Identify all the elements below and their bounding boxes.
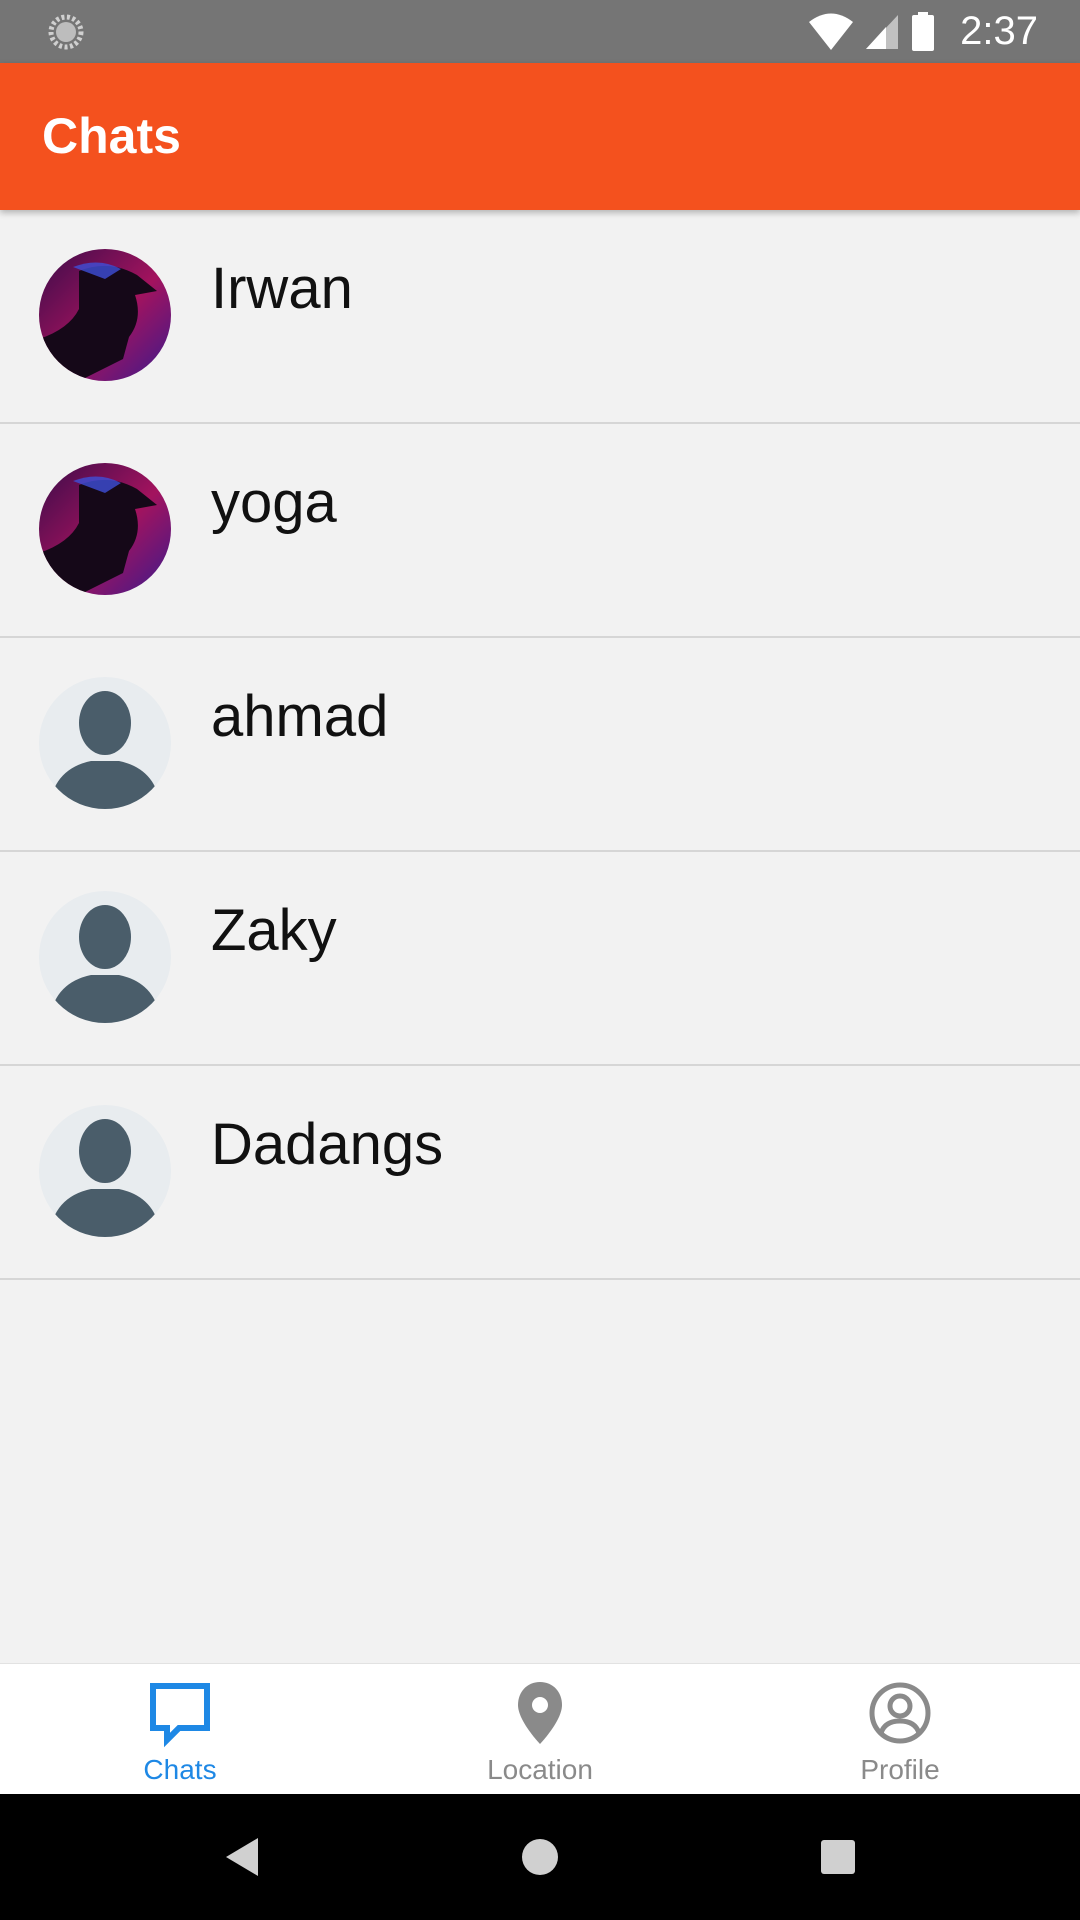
wifi-icon [809,13,854,50]
recents-icon[interactable] [811,1830,865,1884]
avatar [39,463,171,595]
tab-label: Location [487,1754,593,1785]
tab-label: Profile [860,1754,940,1785]
home-icon[interactable] [513,1830,567,1884]
avatar [39,249,171,381]
location-pin-icon [518,1682,562,1744]
page-title: Chats [42,108,181,164]
chat-list: Irwan yoga ahmad Zaky Dadangs [0,210,1080,1280]
chat-list-item[interactable]: Irwan [0,210,1080,424]
back-icon[interactable] [214,1830,268,1884]
signal-icon [866,14,899,49]
contact-name: Zaky [211,898,337,963]
app-bar: Chats [0,63,1080,210]
sync-icon [48,14,84,50]
battery-icon [912,11,935,51]
default-person-icon [39,891,171,1023]
tab-chats[interactable]: Chats [0,1664,360,1795]
default-person-icon [39,677,171,809]
chat-list-item[interactable]: yoga [0,424,1080,638]
tab-location[interactable]: Location [360,1664,720,1795]
chat-list-item[interactable]: ahmad [0,638,1080,852]
contact-name: Irwan [211,256,353,321]
system-navigation-bar [0,1794,1080,1920]
account-circle-icon [869,1682,931,1744]
screen: 2:37 Chats Irwan yoga ahmad Zaky Dadangs… [0,0,1080,1920]
contact-name: yoga [211,470,337,535]
status-bar: 2:37 [0,0,1080,63]
contact-name: ahmad [211,684,389,749]
status-clock: 2:37 [960,9,1038,53]
tab-label: Chats [143,1754,217,1785]
bottom-navigation: Chats Location Profile [0,1663,1080,1795]
chat-bubble-icon [150,1683,210,1748]
contact-name: Dadangs [211,1112,444,1177]
chat-list-item[interactable]: Zaky [0,852,1080,1066]
default-person-icon [39,1105,171,1237]
tab-profile[interactable]: Profile [720,1664,1080,1795]
chat-list-item[interactable]: Dadangs [0,1066,1080,1280]
